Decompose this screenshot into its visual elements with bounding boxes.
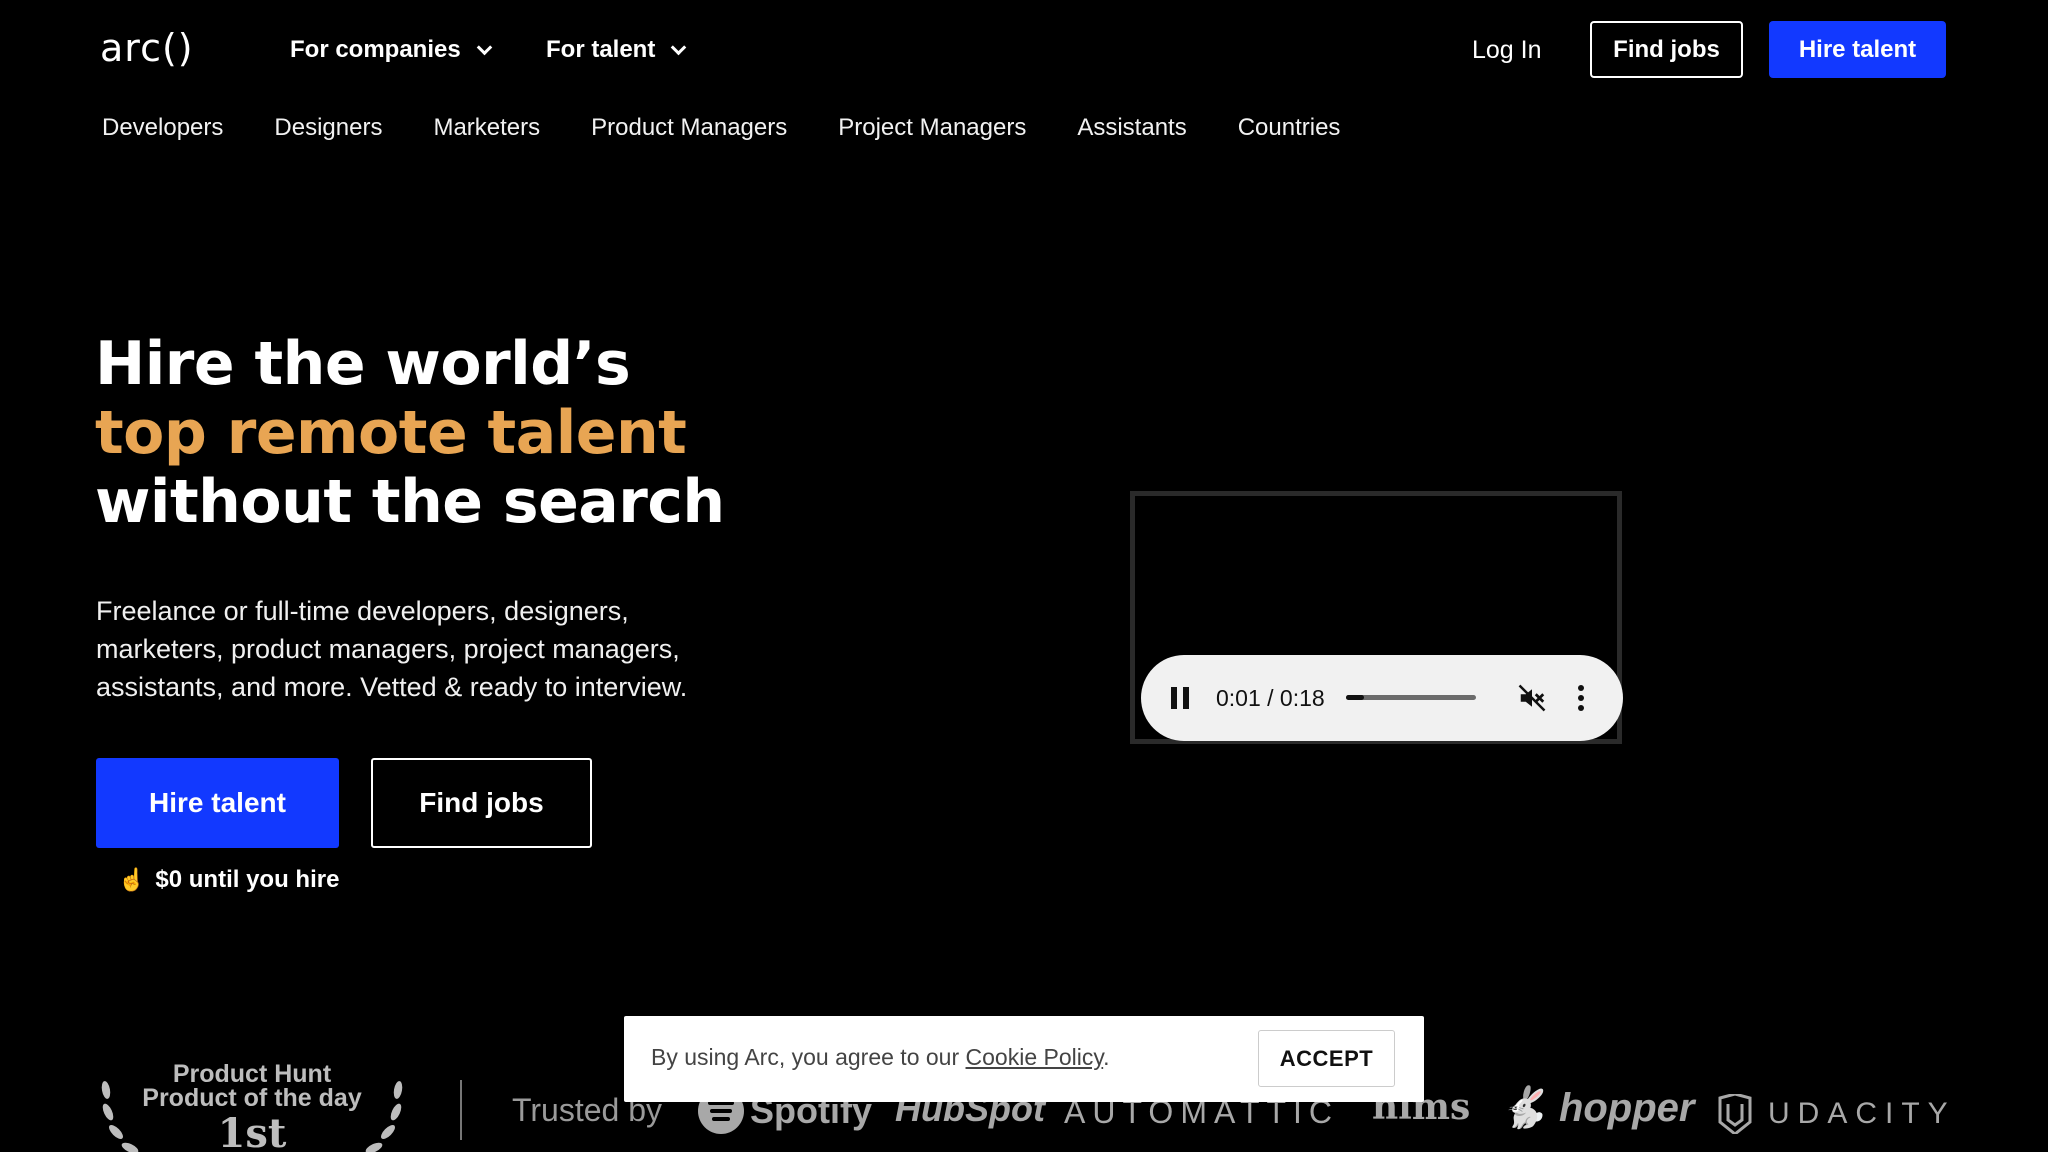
login-link[interactable]: Log In	[1472, 36, 1542, 65]
hero-title: Hire the world’s top remote talent witho…	[95, 330, 725, 537]
menu-label: For companies	[290, 36, 461, 63]
udacity-logo: UDACITY	[1716, 1094, 1956, 1134]
nav-marketers[interactable]: Marketers	[433, 114, 540, 142]
nav-product-managers[interactable]: Product Managers	[591, 114, 787, 142]
pricing-note: ☝ $0 until you hire	[118, 866, 339, 894]
nav-project-managers[interactable]: Project Managers	[838, 114, 1026, 142]
cookie-policy-link[interactable]: Cookie Policy	[966, 1044, 1104, 1070]
menu-for-companies[interactable]: For companies	[290, 36, 492, 64]
hero-hire-talent-button[interactable]: Hire talent	[96, 758, 339, 848]
chevron-down-icon	[671, 39, 687, 55]
cookie-message: By using Arc, you agree to our Cookie Po…	[651, 1044, 1110, 1070]
hero-title-line-3: without the search	[95, 467, 725, 537]
nav-assistants[interactable]: Assistants	[1077, 114, 1186, 142]
arc-logo[interactable]: arc()	[100, 26, 194, 70]
video-player[interactable]: 0:01 / 0:18	[1130, 491, 1623, 744]
hero-subtitle: Freelance or full-time developers, desig…	[96, 596, 688, 702]
accept-cookies-button[interactable]: ACCEPT	[1258, 1030, 1395, 1087]
find-jobs-button[interactable]: Find jobs	[1590, 21, 1743, 78]
hire-talent-button[interactable]: Hire talent	[1769, 21, 1946, 78]
product-hunt-badge: Product Hunt Product of the day 1st	[96, 1060, 408, 1152]
nav-countries[interactable]: Countries	[1238, 114, 1341, 142]
hero-title-accent: top remote talent	[95, 398, 687, 468]
menu-for-talent[interactable]: For talent	[546, 36, 687, 64]
video-time: 0:01 / 0:18	[1216, 685, 1325, 711]
hero-title-line-1: Hire the world’s	[95, 329, 631, 399]
udacity-shield-icon	[1718, 1094, 1752, 1134]
nav-designers[interactable]: Designers	[274, 114, 382, 142]
pause-icon[interactable]	[1171, 687, 1189, 709]
top-navigation: arc() For companies For talent Log In Fi…	[0, 0, 2048, 100]
hero-find-jobs-button[interactable]: Find jobs	[371, 758, 592, 848]
badge-rank: 1st	[217, 1110, 287, 1152]
pricing-note-text: $0 until you hire	[155, 866, 340, 893]
pointing-hand-icon: ☝	[118, 867, 146, 892]
rabbit-icon: 🐇	[1498, 1086, 1548, 1130]
chevron-down-icon	[476, 39, 492, 55]
nav-developers[interactable]: Developers	[102, 114, 223, 142]
hopper-logo: 🐇 hopper	[1498, 1086, 1695, 1130]
muted-speaker-icon[interactable]	[1517, 683, 1547, 713]
menu-label: For talent	[546, 36, 656, 63]
badge-line-2: Product of the day	[142, 1084, 362, 1112]
cookie-banner: By using Arc, you agree to our Cookie Po…	[624, 1016, 1424, 1102]
more-options-icon[interactable]	[1578, 685, 1584, 711]
video-progress-bar[interactable]	[1346, 695, 1476, 700]
divider	[460, 1080, 462, 1140]
category-nav: Developers Designers Marketers Product M…	[102, 114, 1340, 142]
video-progress-fill	[1346, 695, 1365, 700]
video-controls: 0:01 / 0:18	[1141, 655, 1623, 741]
